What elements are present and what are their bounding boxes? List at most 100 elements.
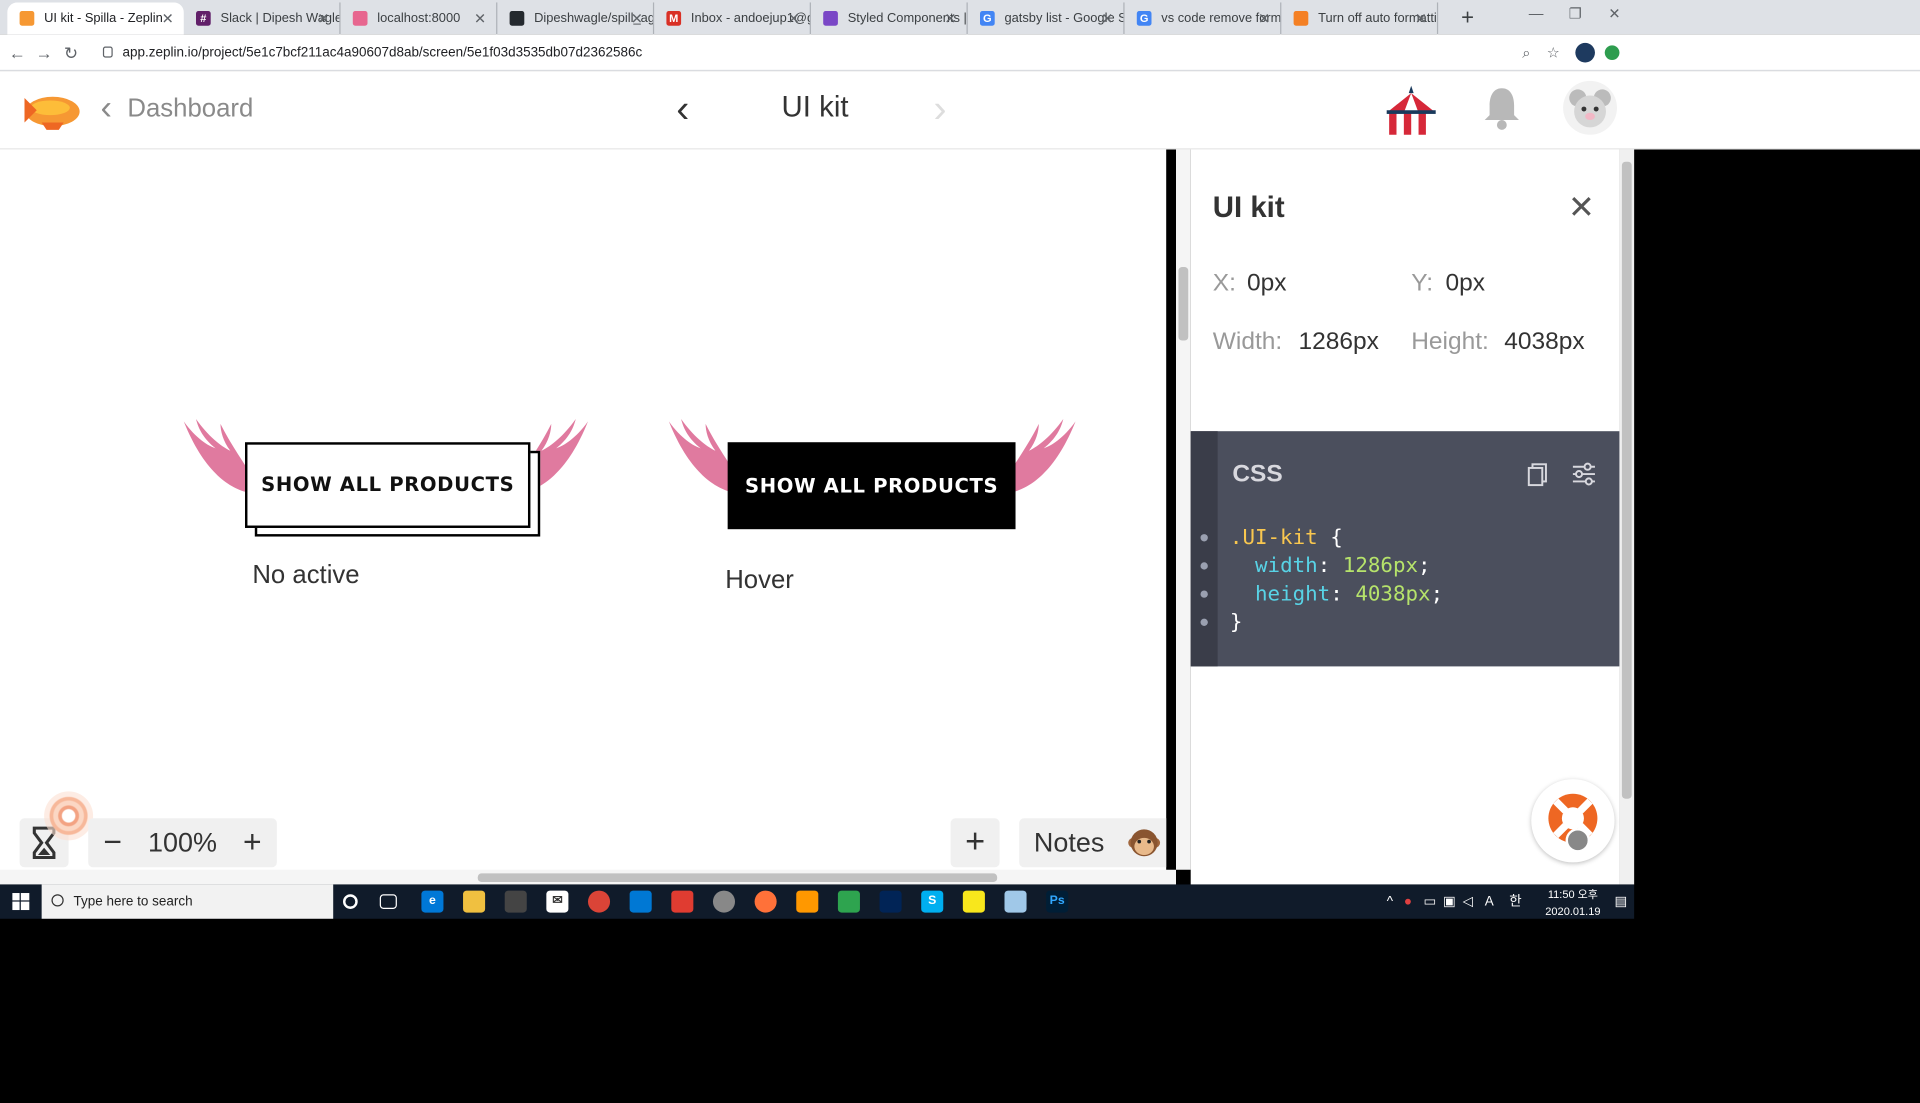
css-code[interactable]: .UI-kit { width: 1286px; height: 4038px;…	[1230, 524, 1443, 637]
browser-tab[interactable]: Ggatsby list - Google Sea✕	[968, 2, 1125, 35]
close-tab-icon[interactable]: ✕	[631, 2, 643, 34]
task-view-icon[interactable]	[379, 894, 397, 909]
app-ball-icon[interactable]	[712, 890, 735, 913]
right-wing-icon	[1009, 418, 1076, 493]
mail-icon[interactable]: ✉	[546, 890, 569, 913]
user-avatar[interactable]	[1563, 80, 1617, 135]
powershell-icon[interactable]	[879, 890, 902, 913]
edge-icon[interactable]: e	[421, 890, 444, 913]
close-tab-icon[interactable]: ✕	[474, 2, 486, 34]
network-icon[interactable]: ▣	[1443, 894, 1456, 909]
cortana-icon[interactable]	[343, 894, 358, 909]
bookmark-star-icon[interactable]: ☆	[1544, 43, 1564, 63]
notifications-icon[interactable]: ▤	[1615, 894, 1628, 909]
sticky-notes-icon[interactable]	[962, 890, 985, 913]
width-value[interactable]: 1286px	[1299, 328, 1379, 356]
tab-favicon-icon	[1293, 11, 1309, 26]
left-wing-icon	[183, 418, 250, 493]
close-tab-icon[interactable]: ✕	[788, 2, 800, 34]
url-text: app.zeplin.io/project/5e1c7bcf211ac4a906…	[122, 45, 643, 61]
minimize-button[interactable]: —	[1514, 0, 1558, 29]
panel-vertical-scrollbar[interactable]	[1619, 149, 1635, 885]
copy-icon[interactable]	[1524, 461, 1551, 488]
chevron-left-icon[interactable]: ‹	[100, 88, 111, 127]
notes-button[interactable]: Notes	[1019, 818, 1167, 868]
tab-favicon-icon: G	[1136, 11, 1152, 26]
show-all-products-button-default[interactable]: SHOW ALL PRODUCTS	[245, 442, 531, 528]
app-red-icon[interactable]	[671, 890, 694, 913]
close-window-button[interactable]: ✕	[1593, 0, 1637, 29]
browser-tab[interactable]: localhost:8000 ✕	[341, 2, 498, 35]
zoom-out-button[interactable]: −	[88, 818, 137, 867]
taskbar-search[interactable]: Type here to search	[41, 884, 334, 919]
tray-app-icon[interactable]: ●	[1404, 894, 1412, 909]
zeplin-logo-icon[interactable]	[20, 88, 86, 132]
extension-icon[interactable]	[1575, 42, 1595, 63]
vscode-icon[interactable]	[629, 890, 652, 913]
panel-scroll-thumb[interactable]	[1621, 161, 1632, 799]
browser-tab[interactable]: Turn off auto formattin ✕	[1281, 2, 1439, 35]
new-tab-button[interactable]: +	[1453, 2, 1482, 31]
x-value[interactable]: 0px	[1247, 270, 1287, 298]
browser-toolbar: ← → ↻ app.zeplin.io/project/5e1c7bcf211a…	[0, 34, 1920, 72]
design-canvas[interactable]: SHOW ALL PRODUCTS No active SHOW ALL PRO…	[0, 149, 1167, 878]
onboarding-pulse-icon[interactable]	[44, 791, 94, 841]
close-tab-icon[interactable]: ✕	[1258, 2, 1270, 34]
tray-chevron-icon[interactable]: ^	[1387, 894, 1393, 909]
windows-start-icon[interactable]	[12, 893, 30, 911]
add-button[interactable]: +	[950, 818, 1000, 868]
store-icon[interactable]	[504, 890, 527, 913]
zoom-icon[interactable]: ⌕	[1517, 43, 1537, 63]
tab-favicon-icon: G	[980, 11, 995, 26]
help-button[interactable]	[1531, 779, 1615, 863]
browser-tab[interactable]: Dipeshwagle/spill_agen✕	[497, 2, 655, 35]
y-value[interactable]: 0px	[1446, 270, 1486, 298]
notepad-icon[interactable]	[1004, 890, 1027, 913]
close-panel-icon[interactable]: ✕	[1568, 189, 1595, 227]
canvas-scroll-thumb[interactable]	[1178, 267, 1189, 341]
clock[interactable]: 11:50 오후 2020.01.19	[1536, 886, 1610, 920]
browser-tab[interactable]: UI kit - Spilla - Zeplin ✕	[7, 2, 184, 35]
horizontal-scroll-thumb[interactable]	[477, 873, 998, 882]
height-value[interactable]: 4038px	[1504, 328, 1584, 356]
reload-icon[interactable]: ↻	[59, 40, 84, 65]
chrome-icon[interactable]	[588, 890, 611, 913]
close-tab-icon[interactable]: ✕	[162, 2, 174, 34]
skype-icon[interactable]: S	[921, 890, 944, 913]
close-tab-icon[interactable]: ✕	[944, 2, 956, 34]
ime-icon[interactable]: A	[1485, 894, 1494, 909]
address-bar[interactable]: app.zeplin.io/project/5e1c7bcf211ac4a906…	[98, 39, 1617, 66]
close-tab-icon[interactable]: ✕	[1415, 2, 1427, 34]
forward-icon[interactable]: →	[32, 40, 57, 65]
zoom-in-button[interactable]: +	[228, 818, 277, 867]
battery-icon[interactable]: ▭	[1423, 894, 1436, 909]
git-icon[interactable]	[837, 890, 860, 913]
browser-tab[interactable]: #Slack | Dipesh Wagle | S✕	[184, 2, 341, 35]
tab-favicon-icon	[352, 11, 368, 26]
screen-title: UI kit	[781, 90, 849, 124]
browser-tab[interactable]: MInbox - andoejup1@gm✕	[654, 2, 811, 35]
dashboard-link[interactable]: Dashboard	[127, 89, 253, 128]
photoshop-icon[interactable]: Ps	[1046, 890, 1069, 913]
tab-title: UI kit - Spilla - Zeplin	[44, 11, 163, 26]
profile-icon[interactable]	[1604, 45, 1620, 61]
previous-screen-icon[interactable]: ‹	[676, 86, 689, 130]
horizontal-scrollbar[interactable]	[0, 869, 1176, 885]
file-explorer-icon[interactable]	[463, 890, 486, 913]
close-tab-icon[interactable]: ✕	[1101, 2, 1113, 34]
canvas-vertical-scrollbar[interactable]	[1176, 149, 1191, 870]
browser-tab[interactable]: Gvs code remove format ✕	[1125, 2, 1282, 35]
firefox-icon[interactable]	[754, 890, 777, 913]
restore-button[interactable]: ❐	[1553, 0, 1597, 29]
circus-tent-icon[interactable]	[1382, 81, 1441, 140]
sublime-icon[interactable]	[796, 890, 819, 913]
browser-tab[interactable]: Styled Components | G ✕	[811, 2, 968, 35]
close-tab-icon[interactable]: ✕	[317, 2, 329, 34]
settings-sliders-icon[interactable]	[1570, 461, 1597, 488]
show-all-products-button-hover[interactable]: SHOW ALL PRODUCTS	[727, 442, 1016, 530]
ime-korean-icon[interactable]: 한	[1509, 894, 1521, 909]
volume-icon[interactable]: ◁	[1463, 894, 1473, 909]
clock-time: 11:50 오후	[1547, 888, 1598, 901]
back-icon[interactable]: ←	[5, 40, 30, 65]
notification-bell-icon[interactable]	[1477, 83, 1526, 132]
